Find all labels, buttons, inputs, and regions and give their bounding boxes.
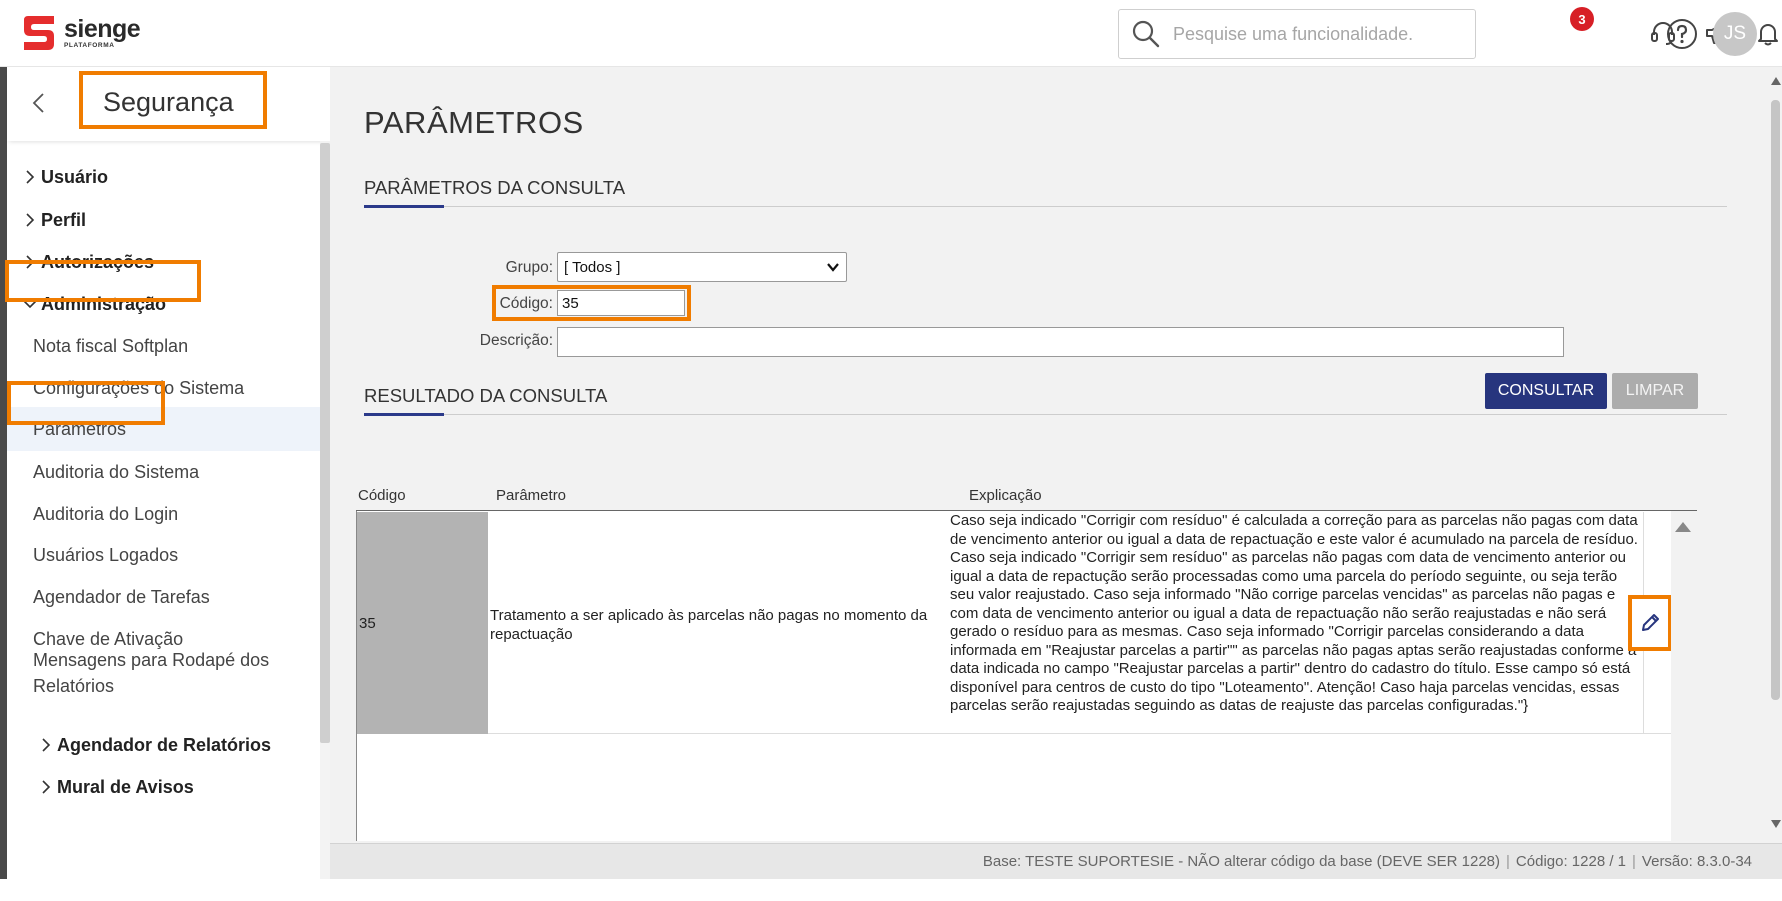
description-label: Descrição:: [479, 332, 553, 349]
page-scrollbar-thumb[interactable]: [1771, 100, 1780, 700]
footer-base: Base: TESTE SUPORTESIE - NÃO alterar cód…: [982, 853, 1501, 870]
sidebar-item-label: Auditoria do Login: [33, 503, 179, 524]
chevron-right-icon: [26, 170, 35, 184]
column-header-explanation[interactable]: Explicação: [969, 487, 1042, 504]
sidebar-item-agendador-tarefas[interactable]: Agendador de Tarefas: [7, 574, 320, 620]
notification-badge: 3: [1570, 7, 1594, 31]
scroll-down-arrow-icon[interactable]: [1771, 820, 1781, 828]
search-input[interactable]: [1171, 22, 1451, 46]
section-divider: [364, 414, 1727, 415]
sidebar-item-usuario[interactable]: Usuário: [7, 154, 320, 200]
logo[interactable]: sienge PLATAFORMA: [20, 14, 141, 52]
sidebar-item-parametros[interactable]: Parâmetros: [7, 407, 320, 451]
group-select-value: [ Todos ]: [564, 258, 621, 276]
section-accent: [364, 205, 444, 208]
sidebar-item-label: Administração: [41, 293, 167, 314]
help-icon: [1667, 19, 1697, 49]
sidebar-title: Segurança: [103, 87, 234, 117]
sidebar-item-perfil[interactable]: Perfil: [7, 197, 320, 243]
window-edge: [0, 67, 7, 901]
chevron-down-icon: [23, 300, 37, 309]
sidebar-item-administracao[interactable]: Administração: [7, 281, 320, 327]
sidebar-item-mensagens-rodape[interactable]: Mensagens para Rodapé dos Relatórios: [33, 647, 313, 699]
sidebar-item-label: Agendador de Relatórios: [57, 734, 272, 755]
cell-explanation: Caso seja indicado "Corrigir com resíduo…: [950, 512, 1638, 714]
column-header-parameter[interactable]: Parâmetro: [496, 487, 566, 504]
bell-icon: [1758, 24, 1778, 46]
cell-parameter: Tratamento a ser aplicado às parcelas nã…: [490, 607, 928, 643]
column-header-code[interactable]: Código: [358, 487, 406, 504]
sidebar-item-agendador-relatorios[interactable]: Agendador de Relatórios: [7, 722, 320, 768]
scroll-up-arrow-icon[interactable]: [1675, 522, 1691, 532]
chevron-left-icon[interactable]: [27, 91, 51, 115]
chevron-right-icon: [26, 255, 35, 269]
sidebar-item-label: Nota fiscal Softplan: [33, 335, 189, 356]
description-input[interactable]: [557, 327, 1564, 357]
query-section-title: PARÂMETROS DA CONSULTA: [364, 177, 626, 198]
sidebar: Segurança Usuário Perfil Autorizações Ad…: [5, 67, 330, 901]
result-section-title: RESULTADO DA CONSULTA: [364, 385, 608, 406]
sidebar-item-mural-avisos[interactable]: Mural de Avisos: [7, 764, 320, 810]
scroll-up-arrow-icon[interactable]: [1771, 77, 1781, 85]
sidebar-scrollbar-thumb[interactable]: [320, 143, 330, 743]
table-scrollbar[interactable]: [1671, 511, 1697, 841]
sidebar-item-label: Autorizações: [41, 251, 155, 272]
logo-icon: [24, 16, 54, 50]
search-icon: [1132, 20, 1160, 48]
sidebar-item-label: Configurações do Sistema: [33, 377, 245, 398]
chevron-down-icon: [827, 263, 839, 272]
footer-code: Código: 1228 / 1: [1515, 853, 1627, 870]
edit-button[interactable]: [1628, 595, 1672, 651]
sidebar-item-label: Usuário: [41, 166, 109, 187]
section-accent: [364, 413, 444, 416]
search-box[interactable]: [1118, 9, 1476, 59]
search-button[interactable]: CONSULTAR: [1485, 373, 1607, 409]
user-avatar[interactable]: JS: [1713, 12, 1757, 56]
sidebar-item-label: Usuários Logados: [33, 544, 179, 565]
sidebar-item-label: Mural de Avisos: [57, 776, 194, 797]
footer-version: Versão: 8.3.0-34: [1641, 853, 1752, 870]
bottom-strip: [0, 879, 1782, 901]
page-title: PARÂMETROS: [364, 105, 584, 140]
sidebar-item-usuarios-logados[interactable]: Usuários Logados: [7, 532, 320, 578]
chevron-right-icon: [42, 738, 51, 752]
sidebar-item-configuracoes[interactable]: Configurações do Sistema: [7, 365, 320, 411]
clear-button[interactable]: LIMPAR: [1612, 373, 1698, 409]
top-bar: sienge PLATAFORMA 3: [0, 0, 1782, 67]
cell-code: 35: [357, 512, 488, 734]
chevron-right-icon: [26, 213, 35, 227]
group-label: Grupo:: [505, 259, 553, 276]
help-button[interactable]: [1664, 16, 1700, 52]
sidebar-item-label: Perfil: [41, 209, 87, 230]
sidebar-item-autorizacoes[interactable]: Autorizações: [7, 239, 320, 285]
sidebar-item-label: Auditoria do Sistema: [33, 461, 200, 482]
sidebar-item-auditoria-login[interactable]: Auditoria do Login: [7, 491, 320, 537]
app-subtitle: PLATAFORMA: [64, 41, 115, 49]
code-input[interactable]: [557, 290, 685, 316]
edit-pencil-icon: [1642, 614, 1659, 631]
sidebar-item-nota-fiscal[interactable]: Nota fiscal Softplan: [7, 323, 320, 369]
sidebar-item-auditoria-sistema[interactable]: Auditoria do Sistema: [7, 449, 320, 495]
footer-separator: |: [1632, 853, 1636, 870]
app-name: sienge: [64, 14, 141, 43]
status-footer: Base: TESTE SUPORTESIE - NÃO alterar cód…: [330, 843, 1782, 879]
code-label: Código:: [499, 295, 553, 312]
sidebar-header: Segurança: [7, 67, 330, 141]
chevron-right-icon: [42, 780, 51, 794]
sidebar-item-label: Parâmetros: [33, 418, 127, 439]
group-select[interactable]: [ Todos ]: [557, 252, 847, 282]
footer-separator: |: [1506, 853, 1510, 870]
section-divider: [364, 206, 1727, 207]
sidebar-item-label: Agendador de Tarefas: [33, 586, 210, 607]
